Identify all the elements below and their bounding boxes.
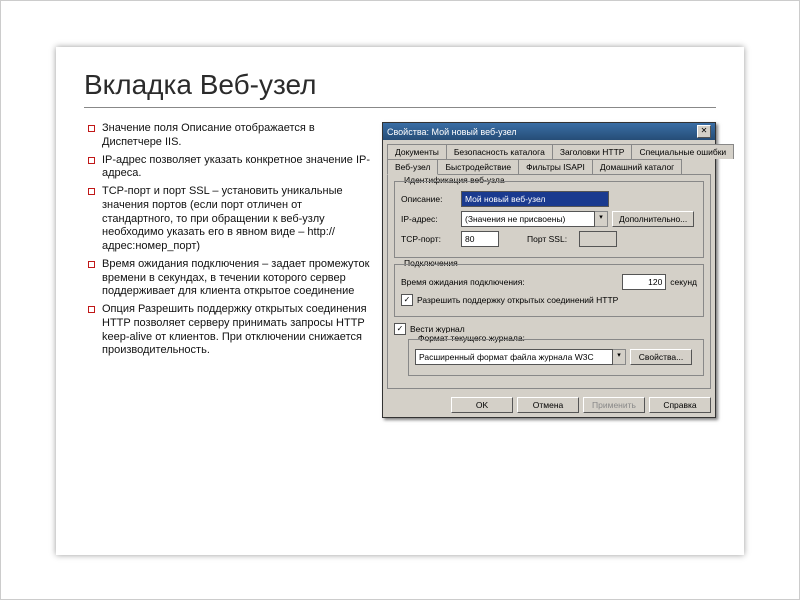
- ok-button[interactable]: OK: [451, 397, 513, 413]
- chevron-down-icon[interactable]: ▾: [613, 349, 626, 365]
- desc-label: Описание:: [401, 194, 457, 204]
- log-format-dropdown[interactable]: Расширенный формат файла журнала W3C ▾: [415, 349, 626, 365]
- timeout-unit: секунд: [670, 277, 697, 287]
- bullet-list: Значение поля Описание отображается в Ди…: [84, 122, 372, 418]
- checkbox-icon: ✓: [394, 323, 406, 335]
- group-identification: Описание: Мой новый веб-узел IP-адрес: (…: [394, 181, 704, 258]
- properties-dialog: Свойства: Мой новый веб-узел ✕ Документы…: [382, 122, 716, 418]
- ip-dropdown[interactable]: (Значения не присвоены) ▾: [461, 211, 608, 227]
- checkbox-icon: ✓: [401, 294, 413, 306]
- keepalive-checkbox[interactable]: ✓ Разрешить поддержку открытых соединени…: [401, 294, 697, 306]
- ssl-port-input[interactable]: [579, 231, 617, 247]
- tab-http-headers[interactable]: Заголовки HTTP: [552, 144, 633, 159]
- ip-value: (Значения не присвоены): [461, 211, 595, 227]
- tab-dir-security[interactable]: Безопасность каталога: [446, 144, 553, 159]
- chevron-down-icon[interactable]: ▾: [595, 211, 608, 227]
- bullet-item: Опция Разрешить поддержку открытых соеди…: [102, 303, 372, 358]
- tcp-label: TCP-порт:: [401, 234, 457, 244]
- tab-custom-errors[interactable]: Специальные ошибки: [631, 144, 734, 159]
- slide-title: Вкладка Веб-узел: [84, 69, 716, 108]
- tab-documents[interactable]: Документы: [387, 144, 447, 159]
- slide-content: Значение поля Описание отображается в Ди…: [84, 122, 716, 418]
- bullet-item: IP-адрес позволяет указать конкретное зн…: [102, 154, 372, 182]
- desc-input[interactable]: Мой новый веб-узел: [461, 191, 609, 207]
- help-button[interactable]: Справка: [649, 397, 711, 413]
- dialog-title-text: Свойства: Мой новый веб-узел: [387, 127, 517, 137]
- timeout-label: Время ожидания подключения:: [401, 277, 525, 287]
- advanced-button[interactable]: Дополнительно...: [612, 211, 694, 227]
- ssl-label: Порт SSL:: [527, 234, 575, 244]
- ip-label: IP-адрес:: [401, 214, 457, 224]
- tab-strip: Документы Безопасность каталога Заголовк…: [383, 140, 715, 174]
- tab-website[interactable]: Веб-узел: [387, 159, 438, 175]
- tab-panel: Описание: Мой новый веб-узел IP-адрес: (…: [387, 174, 711, 389]
- bullet-item: Значение поля Описание отображается в Ди…: [102, 122, 372, 150]
- tab-performance[interactable]: Быстродействие: [437, 159, 519, 174]
- apply-button[interactable]: Применить: [583, 397, 645, 413]
- tab-home-dir[interactable]: Домашний каталог: [592, 159, 682, 174]
- log-format-value: Расширенный формат файла журнала W3C: [415, 349, 613, 365]
- dialog-titlebar: Свойства: Мой новый веб-узел ✕: [383, 123, 715, 140]
- slide: Вкладка Веб-узел Значение поля Описание …: [56, 47, 744, 555]
- timeout-input[interactable]: 120: [622, 274, 666, 290]
- group-connections: Время ожидания подключения: 120 секунд ✓…: [394, 264, 704, 317]
- group-log-format: Расширенный формат файла журнала W3C ▾ С…: [408, 339, 704, 376]
- tcp-port-input[interactable]: 80: [461, 231, 499, 247]
- bullet-item: TCP-порт и порт SSL – установить уникаль…: [102, 185, 372, 254]
- keepalive-label: Разрешить поддержку открытых соединений …: [417, 295, 618, 305]
- dialog-buttons: OK Отмена Применить Справка: [383, 393, 715, 417]
- close-icon[interactable]: ✕: [697, 125, 711, 138]
- tab-isapi-filters[interactable]: Фильтры ISAPI: [518, 159, 593, 174]
- bullet-item: Время ожидания подключения – задает пром…: [102, 258, 372, 299]
- log-props-button[interactable]: Свойства...: [630, 349, 692, 365]
- cancel-button[interactable]: Отмена: [517, 397, 579, 413]
